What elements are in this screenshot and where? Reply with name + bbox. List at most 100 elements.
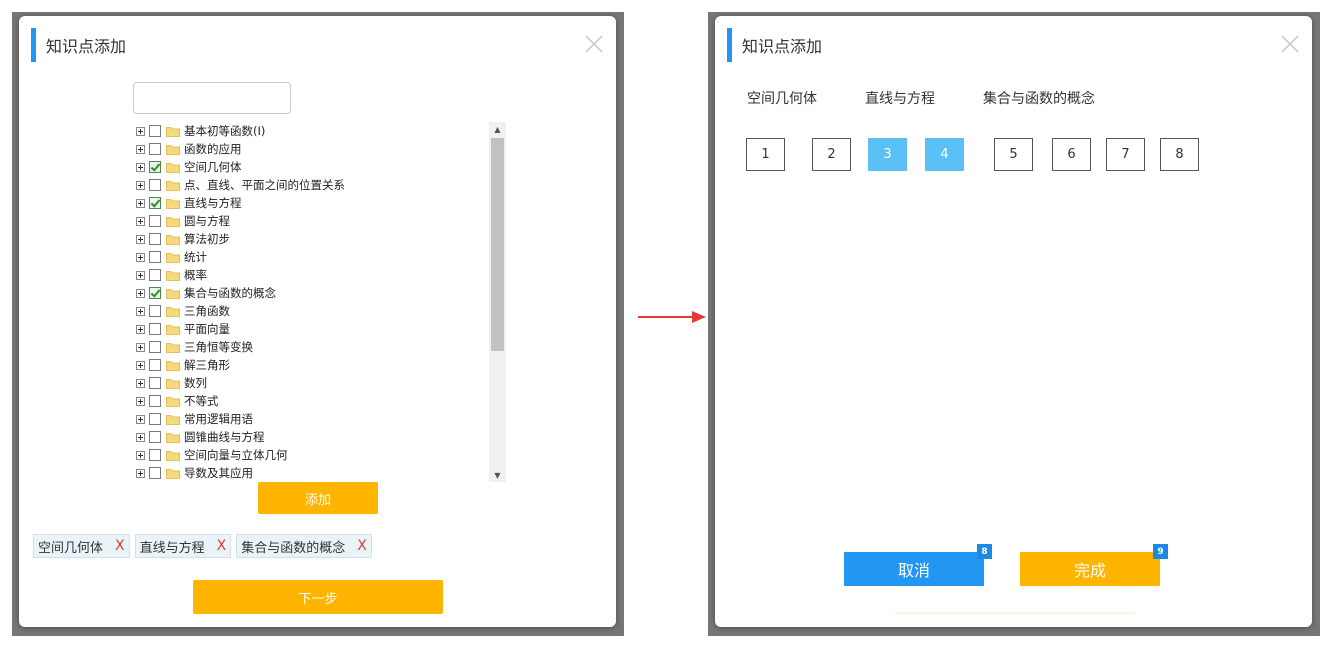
- expand-icon[interactable]: [136, 360, 145, 370]
- tree-item[interactable]: 空间向量与立体几何: [133, 446, 506, 464]
- tree-checkbox[interactable]: [149, 179, 161, 191]
- tree-checkbox[interactable]: [149, 395, 161, 407]
- tree-checkbox[interactable]: [149, 161, 161, 173]
- tree-item[interactable]: 空间几何体: [133, 158, 506, 176]
- tree-checkbox[interactable]: [149, 233, 161, 245]
- expand-icon[interactable]: [136, 180, 145, 190]
- tree-checkbox[interactable]: [149, 341, 161, 353]
- dialog-title: 知识点添加: [742, 37, 823, 56]
- tree-item[interactable]: 平面向量: [133, 320, 506, 338]
- tree-item[interactable]: 圆锥曲线与方程: [133, 428, 506, 446]
- cancel-button[interactable]: 取消 8: [844, 544, 992, 586]
- tree-item[interactable]: 数列: [133, 374, 506, 392]
- category-tabs: 空间几何体 直线与方程 集合与函数的概念: [747, 88, 1143, 108]
- remove-tag-button[interactable]: X: [217, 538, 227, 554]
- tree-checkbox[interactable]: [149, 197, 161, 209]
- tree-checkbox[interactable]: [149, 251, 161, 263]
- tree-item[interactable]: 三角函数: [133, 302, 506, 320]
- expand-icon[interactable]: [136, 450, 145, 460]
- number-option[interactable]: 2: [812, 138, 851, 171]
- tree-item[interactable]: 集合与函数的概念: [133, 284, 506, 302]
- cancel-badge: 8: [977, 544, 992, 559]
- tree-item[interactable]: 直线与方程: [133, 194, 506, 212]
- number-option[interactable]: 3: [868, 138, 907, 171]
- tree-checkbox[interactable]: [149, 449, 161, 461]
- number-option[interactable]: 7: [1106, 138, 1145, 171]
- next-step-button[interactable]: 下一步: [193, 580, 443, 614]
- tree-item[interactable]: 函数的应用: [133, 140, 506, 158]
- tree-checkbox[interactable]: [149, 215, 161, 227]
- close-icon[interactable]: [584, 34, 604, 54]
- expand-icon[interactable]: [136, 216, 145, 226]
- expand-icon[interactable]: [136, 324, 145, 334]
- tree-item[interactable]: 常用逻辑用语: [133, 410, 506, 428]
- tree-item[interactable]: 解三角形: [133, 356, 506, 374]
- tree-item-label: 解三角形: [184, 358, 230, 372]
- expand-icon[interactable]: [136, 432, 145, 442]
- tree-item[interactable]: 三角恒等变换: [133, 338, 506, 356]
- tree-checkbox[interactable]: [149, 269, 161, 281]
- category-tab[interactable]: 空间几何体: [747, 88, 817, 108]
- tree-checkbox[interactable]: [149, 287, 161, 299]
- expand-icon[interactable]: [136, 198, 145, 208]
- tree-scrollbar[interactable]: ▲ ▼: [489, 122, 506, 482]
- number-option[interactable]: 5: [994, 138, 1033, 171]
- done-button[interactable]: 完成 9: [1020, 544, 1168, 586]
- add-button[interactable]: 添加: [258, 482, 378, 514]
- number-option[interactable]: 8: [1160, 138, 1199, 171]
- expand-icon[interactable]: [136, 126, 145, 136]
- expand-icon[interactable]: [136, 468, 145, 478]
- scroll-thumb[interactable]: [491, 138, 504, 351]
- category-tab[interactable]: 集合与函数的概念: [983, 88, 1095, 108]
- expand-icon[interactable]: [136, 270, 145, 280]
- tree-checkbox[interactable]: [149, 305, 161, 317]
- selected-tag: 空间几何体 X: [33, 534, 130, 558]
- expand-icon[interactable]: [136, 234, 145, 244]
- tree-item-label: 直线与方程: [184, 196, 242, 210]
- search-input[interactable]: [133, 82, 291, 114]
- folder-icon: [166, 198, 180, 209]
- tree-checkbox[interactable]: [149, 377, 161, 389]
- tree-checkbox[interactable]: [149, 431, 161, 443]
- tree-checkbox[interactable]: [149, 125, 161, 137]
- tree-checkbox[interactable]: [149, 413, 161, 425]
- expand-icon[interactable]: [136, 342, 145, 352]
- expand-icon[interactable]: [136, 144, 145, 154]
- expand-icon[interactable]: [136, 252, 145, 262]
- expand-icon[interactable]: [136, 306, 145, 316]
- selected-tag: 直线与方程 X: [134, 534, 232, 558]
- tree-item[interactable]: 圆与方程: [133, 212, 506, 230]
- category-tab[interactable]: 直线与方程: [865, 88, 935, 108]
- expand-icon[interactable]: [136, 414, 145, 424]
- tree-item[interactable]: 统计: [133, 248, 506, 266]
- tree-item[interactable]: 点、直线、平面之间的位置关系: [133, 176, 506, 194]
- remove-tag-button[interactable]: X: [115, 538, 125, 554]
- tree-item[interactable]: 不等式: [133, 392, 506, 410]
- folder-icon: [166, 378, 180, 389]
- tree-item[interactable]: 导数及其应用: [133, 464, 506, 482]
- tree-checkbox[interactable]: [149, 323, 161, 335]
- number-option[interactable]: 6: [1052, 138, 1091, 171]
- tree-item[interactable]: 概率: [133, 266, 506, 284]
- tree-item[interactable]: 基本初等函数(Ⅰ): [133, 122, 506, 140]
- tree-item[interactable]: 算法初步: [133, 230, 506, 248]
- tree-checkbox[interactable]: [149, 143, 161, 155]
- tree-item-label: 统计: [184, 250, 207, 264]
- remove-tag-button[interactable]: X: [357, 538, 367, 554]
- knowledge-add-dialog-step2: 知识点添加 空间几何体 直线与方程 集合与函数的概念 12345678 取消 8…: [715, 16, 1312, 627]
- tree-checkbox[interactable]: [149, 359, 161, 371]
- dialog-header: 知识点添加: [31, 28, 126, 62]
- scroll-down-arrow-icon[interactable]: ▼: [489, 468, 506, 482]
- scroll-up-arrow-icon[interactable]: ▲: [489, 122, 506, 136]
- folder-icon: [166, 414, 180, 425]
- folder-icon: [166, 288, 180, 299]
- expand-icon[interactable]: [136, 162, 145, 172]
- number-option[interactable]: 4: [925, 138, 964, 171]
- tag-label: 集合与函数的概念: [241, 540, 346, 556]
- expand-icon[interactable]: [136, 396, 145, 406]
- close-icon[interactable]: [1280, 34, 1300, 54]
- expand-icon[interactable]: [136, 378, 145, 388]
- tree-checkbox[interactable]: [149, 467, 161, 479]
- number-option[interactable]: 1: [746, 138, 785, 171]
- expand-icon[interactable]: [136, 288, 145, 298]
